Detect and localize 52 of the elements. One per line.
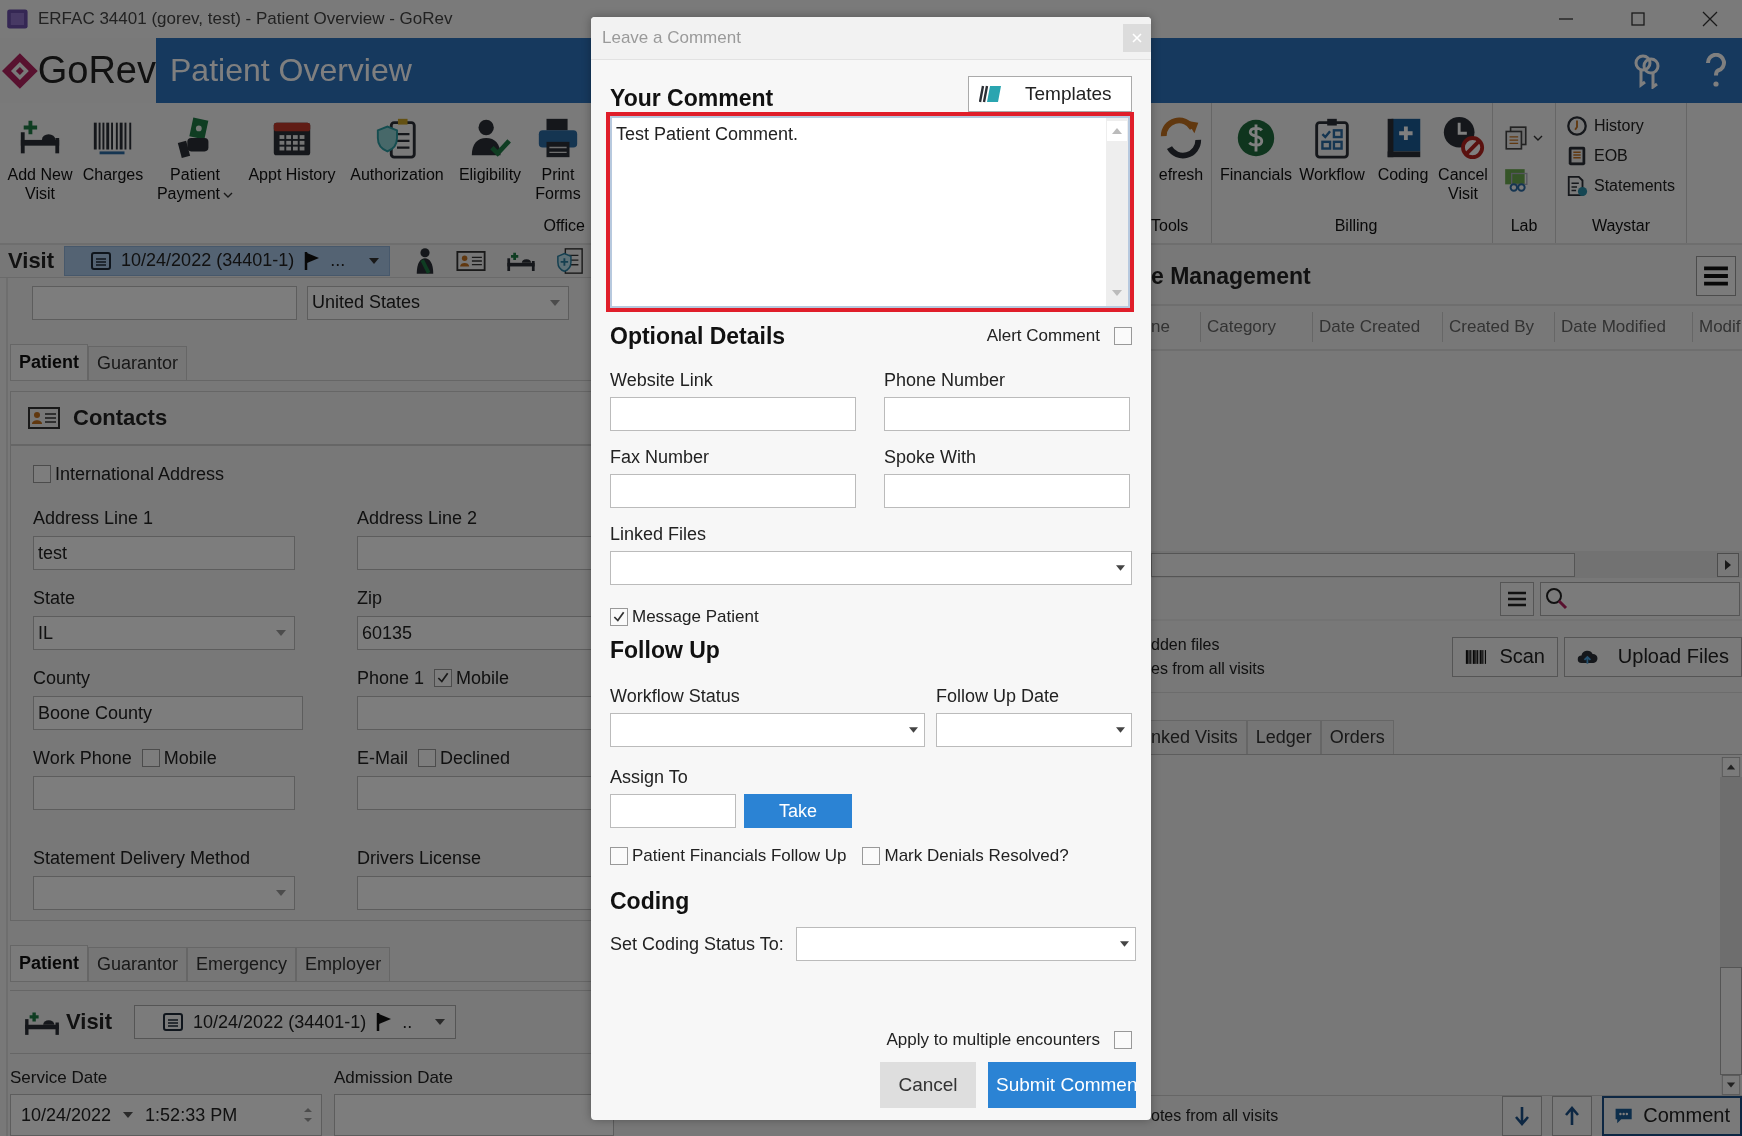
ribbon-label: Patient Payment	[148, 165, 242, 203]
field-label: State	[33, 587, 76, 609]
field-label: Website Link	[610, 370, 714, 391]
ribbon-label: Print Forms	[534, 165, 582, 203]
field-label: Drivers License	[357, 847, 482, 869]
field-label: Phone Number	[884, 370, 1007, 391]
ribbon-label: Authorization	[350, 165, 444, 184]
option-label: otes from all visits	[1151, 1107, 1279, 1125]
field-label: Spoke With	[884, 447, 978, 468]
ribbon-label: Add New Visit	[6, 165, 74, 203]
field-label: Linked Files	[610, 524, 708, 545]
page-title: Patient Overview	[170, 52, 412, 89]
option-label: dden files	[1151, 635, 1221, 654]
dialog-title: Leave a Comment	[602, 28, 741, 48]
section-title: e Management	[1151, 262, 1311, 290]
field-label: County	[33, 667, 91, 689]
field-label: Set Coding Status To:	[610, 933, 784, 955]
field-label: Address Line 1	[33, 507, 154, 529]
ribbon-label: Financials	[1220, 165, 1292, 184]
section-heading: Your Comment	[610, 85, 774, 112]
logo-text: GoRev	[37, 49, 156, 92]
ribbon-label: Workflow	[1299, 165, 1365, 184]
group-label: Waystar	[1590, 217, 1652, 236]
visit-label: Visit	[8, 247, 55, 274]
group-label: Office	[542, 217, 586, 236]
group-label: Billing	[1333, 217, 1379, 236]
ribbon-label: Eligibility	[458, 165, 522, 184]
option-label: es from all visits	[1151, 659, 1265, 678]
field-label: Phone 1	[357, 667, 425, 689]
ribbon-label: efresh	[1158, 165, 1204, 184]
window-title: ERFAC 34401 (gorev, test) - Patient Overview - GoRev	[38, 9, 453, 29]
field-label: Fax Number	[610, 447, 711, 468]
field-label: Address Line 2	[357, 507, 478, 529]
section-title: Visit	[66, 1009, 113, 1035]
ribbon-label: Appt History	[248, 165, 336, 184]
ribbon-label: Charges	[82, 165, 144, 184]
section-heading: Optional Details	[610, 322, 786, 350]
field-label: Service Date	[10, 1068, 109, 1088]
field-label: Admission Date	[334, 1068, 455, 1088]
field-label: Assign To	[610, 767, 689, 788]
ribbon-label: Cancel Visit	[1437, 165, 1489, 203]
field-label: Work Phone	[33, 747, 132, 769]
field-label: Workflow Status	[610, 686, 741, 707]
section-title: Contacts	[73, 404, 168, 431]
ribbon-label: Coding	[1377, 165, 1429, 184]
field-label: Statement Delivery Method	[33, 847, 251, 869]
field-label: E-Mail	[357, 747, 408, 769]
field-label: Zip	[357, 587, 382, 609]
group-label: Lab	[1509, 217, 1539, 236]
field-label: Follow Up Date	[936, 686, 1061, 707]
section-heading: Coding	[610, 888, 691, 915]
group-label: Tools	[1151, 217, 1190, 236]
